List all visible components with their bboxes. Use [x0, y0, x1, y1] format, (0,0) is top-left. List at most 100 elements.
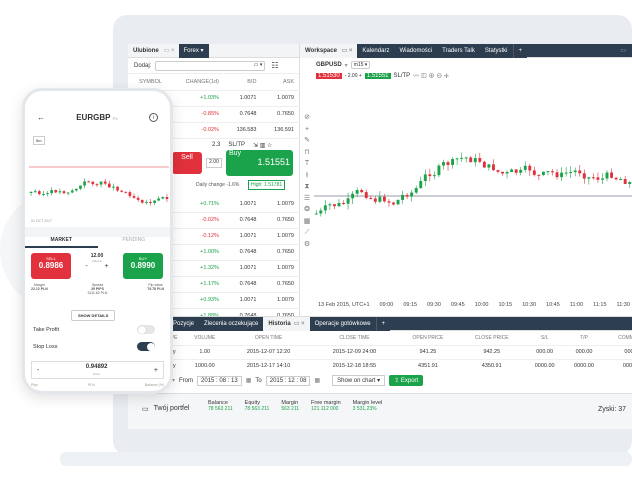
plus-icon[interactable]: + [105, 263, 109, 270]
ask-cell: 0.7650 [262, 244, 300, 261]
chart-qty-value: 2.00 [347, 72, 358, 79]
info-icon[interactable]: i [149, 113, 158, 122]
take-profit-toggle[interactable] [137, 325, 155, 334]
window-icon[interactable]: ▭ × [164, 47, 175, 54]
calendar-icon[interactable]: ▦ [246, 377, 252, 384]
candle-body [451, 159, 455, 165]
chart-tools-icons[interactable]: 〰 ▥ ⊕ ⊖ ✛ [413, 71, 449, 80]
sl-unit: Price [93, 372, 101, 376]
widget-sltp[interactable]: SL/TP [228, 142, 245, 149]
tab-operacje[interactable]: Operacje gotówkowe [309, 316, 376, 331]
candle-body [596, 177, 600, 180]
candle-body [482, 161, 486, 168]
to-date-input[interactable]: 2015 : 12 : 08 [265, 375, 311, 386]
candle-body [410, 192, 414, 197]
widget-sell-button[interactable]: Sell [172, 152, 202, 174]
candle-body [314, 213, 318, 215]
history-header: OPEN PRICE [412, 334, 444, 341]
portfolio[interactable]: ▭ Twój portfel [142, 405, 189, 413]
chart-symbol[interactable]: GBPUSD [316, 62, 342, 68]
tab-workspace[interactable]: Workspace ▭ × [300, 44, 358, 58]
show-details-button[interactable]: SHOW DETAILS [71, 310, 116, 321]
candle-body [29, 191, 33, 193]
candle-body [95, 184, 99, 186]
stop-loss-input[interactable]: - 0.94892 Price + [31, 361, 164, 379]
phone-sell-button[interactable]: SELL 0.8986 [31, 253, 71, 279]
phone-volume[interactable]: 12.00 Volume - + [77, 253, 117, 279]
export-label: Export [400, 378, 419, 384]
stat-value: 121 112 000 [311, 406, 339, 412]
phone-timeframe[interactable]: 5m [33, 136, 45, 145]
candle-body [473, 158, 477, 163]
tab-ulubione[interactable]: Ulubione [128, 44, 164, 58]
foot-pln[interactable]: PLN [88, 383, 95, 387]
phone-chart[interactable] [29, 145, 169, 225]
widget-buy-button[interactable]: Buy 1.51551 [226, 150, 293, 176]
time-label: 10:15 [498, 302, 513, 308]
candle-body [537, 174, 541, 176]
grid-view-icon[interactable]: ☷ [271, 61, 278, 70]
history-cell: 941.25 [397, 344, 459, 359]
foot-pips[interactable]: Pips [31, 383, 38, 387]
to-label: To [255, 377, 262, 384]
spread-value-2: 3111.62 PLN [87, 291, 108, 295]
widget-icons[interactable]: ⇲ ▥ ☆ [253, 142, 272, 149]
add-tab-button[interactable]: + [512, 44, 528, 58]
bid-cell: 1.0071 [224, 196, 263, 213]
history-cell: 2015-12-09 24:00 [311, 344, 398, 359]
candle-body [62, 191, 66, 194]
portfolio-label: Twój portfel [153, 405, 190, 412]
symbol-dropdown-icon[interactable]: ▾ [345, 62, 348, 69]
drawing-toolbar[interactable]: ⊘ + ✎ ⊓ T ⫲ ⧗ ☰ ❂ ▦ ⟋ ⚙ [302, 112, 312, 250]
tab-wiadomosci[interactable]: Wiadomości [394, 44, 438, 58]
stat-value: 563 211 [281, 406, 300, 412]
layout-icon[interactable]: ▭ [620, 47, 626, 54]
back-arrow-icon[interactable]: ← [37, 113, 45, 122]
candle-body [50, 190, 53, 194]
export-button[interactable]: ⇪ Export [389, 375, 424, 386]
chart-sell-button[interactable]: 1.51530 [316, 72, 342, 79]
chart-sltp[interactable]: SL/TP [394, 73, 411, 79]
ask-cell: 1.0079 [262, 90, 300, 107]
tab-statystki[interactable]: Statystki [479, 44, 513, 58]
candle-body [442, 162, 445, 166]
phone-buy-button[interactable]: BUY 0.8990 [123, 253, 163, 279]
phone-fx: FX [112, 116, 118, 121]
tab-traders-talk[interactable]: Traders Talk [437, 44, 480, 58]
history-header: T/P [580, 334, 588, 341]
sl-plus-icon[interactable]: + [154, 367, 158, 374]
sl-minus-icon[interactable]: - [37, 367, 39, 374]
foot-balance[interactable]: Balance (%) [145, 383, 164, 387]
chart-buy-button[interactable]: 1.51551 [364, 72, 391, 79]
history-row[interactable]: Buy1000.002015-12-17 14:102015-12-18 18:… [158, 358, 632, 373]
candle-body [337, 202, 341, 207]
widget-qty[interactable]: 2.00 [206, 158, 222, 168]
add-bottom-tab-button[interactable]: + [375, 316, 391, 331]
filter-input[interactable]: ▭ ▾ [155, 60, 266, 71]
timeframe-select[interactable]: m15 ▾ [350, 61, 371, 69]
candle-body [369, 197, 373, 199]
from-date-input[interactable]: 2015 : 08 : 13 [197, 375, 242, 386]
profit-value: Zyski: 37 [598, 406, 627, 413]
col-ask: ASK [262, 74, 300, 91]
history-row[interactable]: Buy1.002015-12-07 12:202015-12-09 24:009… [158, 344, 632, 359]
stat-item: Margin 563 211 [281, 400, 299, 412]
candlestick-chart[interactable] [314, 84, 632, 300]
chart-qty[interactable]: - 2.00 + [345, 73, 362, 79]
candle-body [614, 177, 618, 180]
phone-tab-pending[interactable]: PENDING [98, 237, 171, 248]
show-on-chart-select[interactable]: Show on chart ▾ [332, 375, 386, 386]
tab-zlecenia[interactable]: Zlecenia oczekujące [199, 316, 264, 331]
calendar-icon-2[interactable]: ▦ [314, 377, 320, 384]
phone-tab-market[interactable]: MARKET [25, 237, 98, 248]
candle-body [83, 181, 86, 186]
tab-forex[interactable]: Forex ▾ [178, 44, 209, 58]
change-cell: +1.32% [168, 260, 225, 277]
history-filter: ▾ From 2015 : 08 : 13 ▦ To 2015 : 12 : 0… [172, 375, 424, 386]
tab-historia[interactable]: Historia ▭ × [263, 316, 310, 331]
change-cell: +0.93% [168, 292, 225, 309]
tab-kalendarz[interactable]: Kalendarz [357, 44, 395, 58]
minus-icon[interactable]: - [85, 263, 87, 270]
stop-loss-toggle[interactable] [137, 342, 155, 351]
candle-body [42, 194, 45, 196]
